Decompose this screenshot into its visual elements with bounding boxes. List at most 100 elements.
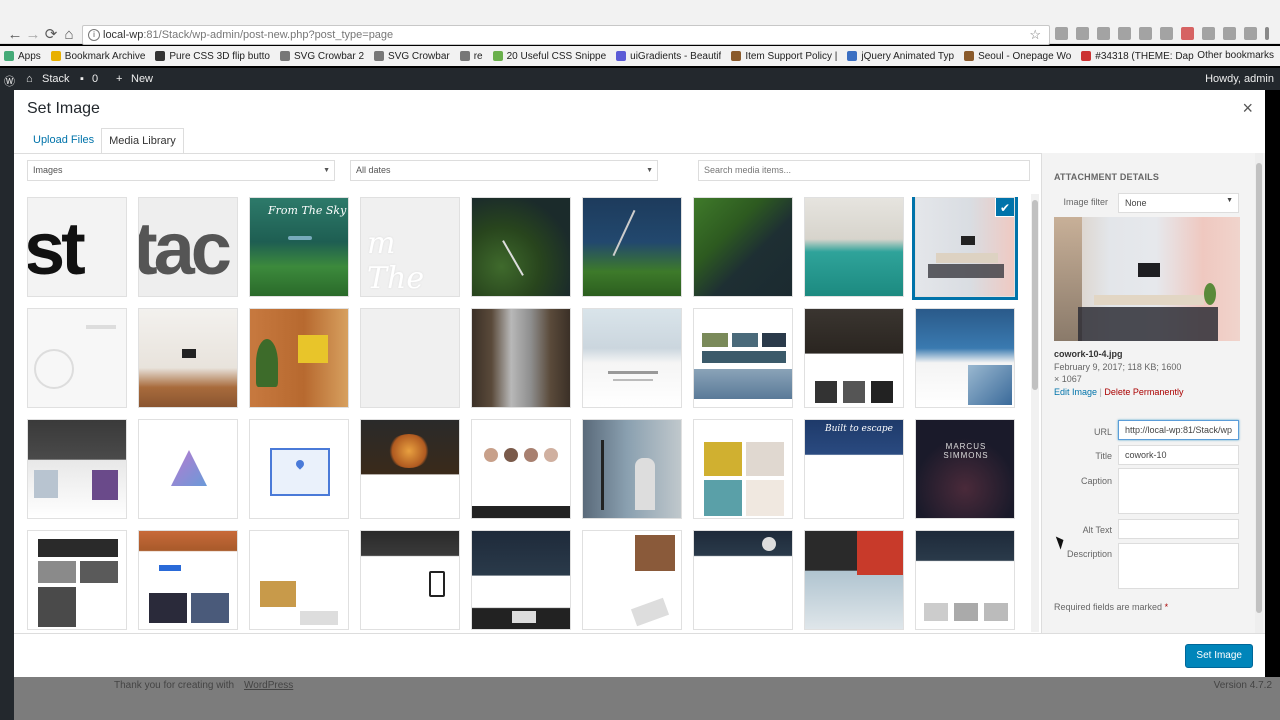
- extension-icon[interactable]: [1160, 27, 1173, 40]
- caption-field[interactable]: [1118, 468, 1239, 514]
- media-thumbnail[interactable]: [249, 308, 349, 408]
- extension-icon[interactable]: [1139, 27, 1152, 40]
- thumbnail-block: [635, 535, 675, 571]
- media-thumbnail-selected[interactable]: ✔: [912, 197, 1018, 300]
- media-thumbnail[interactable]: [693, 530, 793, 630]
- media-thumbnail[interactable]: [693, 419, 793, 519]
- media-type-filter[interactable]: Images ▼: [27, 160, 335, 181]
- media-thumbnail[interactable]: [138, 308, 238, 408]
- bookmark-item[interactable]: jQuery Animated Typ: [847, 51, 954, 62]
- bookmark-item[interactable]: re: [459, 51, 483, 62]
- media-thumbnail[interactable]: st: [27, 197, 127, 297]
- media-thumbnail[interactable]: [804, 197, 904, 297]
- date-filter[interactable]: All dates ▼: [350, 160, 658, 181]
- reload-icon[interactable]: ⟳: [42, 26, 60, 44]
- checkmark-icon[interactable]: ✔: [995, 198, 1014, 217]
- bookmark-item[interactable]: SVG Crowbar 2: [280, 51, 364, 62]
- bookmark-item[interactable]: Pure CSS 3D flip butto: [155, 51, 270, 62]
- media-type-value: Images: [33, 165, 63, 175]
- extension-icon[interactable]: [1244, 27, 1257, 40]
- edit-image-link[interactable]: Edit Image: [1054, 387, 1097, 397]
- bookmark-item[interactable]: Item Support Policy |: [731, 51, 837, 62]
- media-thumbnail[interactable]: [471, 197, 571, 297]
- close-icon[interactable]: ×: [1242, 98, 1253, 119]
- home-icon[interactable]: ⌂: [60, 26, 78, 44]
- address-bar[interactable]: i local-wp:81/Stack/wp-admin/post-new.ph…: [82, 25, 1050, 45]
- bookmark-favicon-icon: [616, 51, 627, 61]
- media-thumbnail[interactable]: MARCUS SIMMONS: [915, 419, 1015, 519]
- media-thumbnail[interactable]: [471, 419, 571, 519]
- url-field[interactable]: http://local-wp:81/Stack/wp: [1118, 420, 1239, 440]
- footer-wordpress-link[interactable]: WordPress: [244, 680, 293, 691]
- media-thumbnail[interactable]: [138, 419, 238, 519]
- bookmark-item[interactable]: 20 Useful CSS Snippe: [492, 51, 606, 62]
- menu-icon[interactable]: [1265, 27, 1269, 40]
- set-image-button[interactable]: Set Image: [1185, 644, 1253, 668]
- extension-icon[interactable]: [1223, 27, 1236, 40]
- media-thumbnail[interactable]: [582, 419, 682, 519]
- media-thumbnail[interactable]: m The: [360, 197, 460, 297]
- media-thumbnail[interactable]: [27, 419, 127, 519]
- extension-icon[interactable]: [1097, 27, 1110, 40]
- media-thumbnail[interactable]: [249, 530, 349, 630]
- bookmark-item[interactable]: SVG Crowbar: [374, 51, 450, 62]
- extension-icon[interactable]: [1118, 27, 1131, 40]
- media-thumbnail[interactable]: [471, 530, 571, 630]
- extension-icon[interactable]: [1202, 27, 1215, 40]
- media-thumbnail[interactable]: [471, 308, 571, 408]
- media-thumbnail[interactable]: [693, 308, 793, 408]
- media-thumbnail[interactable]: [360, 308, 460, 408]
- media-thumbnail[interactable]: [138, 530, 238, 630]
- media-thumbnail[interactable]: [804, 308, 904, 408]
- other-bookmarks[interactable]: Other bookmarks: [1197, 50, 1274, 61]
- thumbnail-block: [702, 351, 786, 363]
- tab-media-library[interactable]: Media Library: [101, 128, 184, 154]
- bookmark-item[interactable]: uiGradients - Beautif: [616, 51, 721, 62]
- delete-permanently-link[interactable]: Delete Permanently: [1104, 387, 1183, 397]
- media-search-input[interactable]: Search media items...: [698, 160, 1030, 181]
- media-thumbnail[interactable]: [693, 197, 793, 297]
- scrollbar-thumb[interactable]: [1256, 163, 1262, 613]
- media-thumbnail[interactable]: [582, 308, 682, 408]
- media-grid-scrollbar[interactable]: [1031, 194, 1039, 632]
- title-field[interactable]: cowork-10: [1118, 445, 1239, 465]
- comments-icon[interactable]: ▪: [80, 73, 84, 85]
- thumbnail-text: st: [27, 207, 86, 290]
- bookmark-item[interactable]: Bookmark Archive: [50, 51, 145, 62]
- media-thumbnail[interactable]: [582, 197, 682, 297]
- bookmark-item[interactable]: Seoul - Onepage Wo: [964, 51, 1071, 62]
- bookmark-item[interactable]: Apps: [4, 51, 41, 62]
- wordpress-logo-icon[interactable]: Ⓦ: [4, 73, 15, 89]
- media-thumbnail[interactable]: [915, 530, 1015, 630]
- extension-icon[interactable]: [1076, 27, 1089, 40]
- extension-icon[interactable]: [1055, 27, 1068, 40]
- media-thumbnail[interactable]: [360, 530, 460, 630]
- image-filter-select[interactable]: None ▼: [1118, 193, 1239, 213]
- forward-icon[interactable]: →: [24, 26, 42, 44]
- media-thumbnail[interactable]: [915, 308, 1015, 408]
- media-thumbnail[interactable]: From The Sky: [249, 197, 349, 297]
- details-scrollbar[interactable]: [1255, 153, 1263, 633]
- media-thumbnail[interactable]: [27, 308, 127, 408]
- media-thumbnail[interactable]: Built to escape: [804, 419, 904, 519]
- bookmark-item[interactable]: #34318 (THEME: Dap: [1081, 51, 1194, 62]
- info-icon[interactable]: i: [88, 29, 100, 41]
- plus-icon[interactable]: +: [116, 73, 122, 85]
- media-thumbnail[interactable]: [360, 419, 460, 519]
- howdy-user[interactable]: Howdy, admin: [1205, 73, 1274, 85]
- scrollbar-thumb[interactable]: [1032, 200, 1038, 390]
- description-field[interactable]: [1118, 543, 1239, 589]
- bookmark-star-icon[interactable]: ☆: [1029, 26, 1041, 44]
- extension-icon[interactable]: [1181, 27, 1194, 40]
- media-thumbnail[interactable]: [582, 530, 682, 630]
- new-menu[interactable]: New: [131, 73, 153, 85]
- back-icon[interactable]: ←: [6, 26, 24, 44]
- media-thumbnail[interactable]: [27, 530, 127, 630]
- site-name[interactable]: Stack: [42, 73, 70, 85]
- media-thumbnail[interactable]: [249, 419, 349, 519]
- alt-text-field[interactable]: [1118, 519, 1239, 539]
- comments-count[interactable]: 0: [92, 73, 98, 85]
- tab-upload-files[interactable]: Upload Files: [26, 128, 101, 154]
- media-thumbnail[interactable]: tac: [138, 197, 238, 297]
- media-thumbnail[interactable]: [804, 530, 904, 630]
